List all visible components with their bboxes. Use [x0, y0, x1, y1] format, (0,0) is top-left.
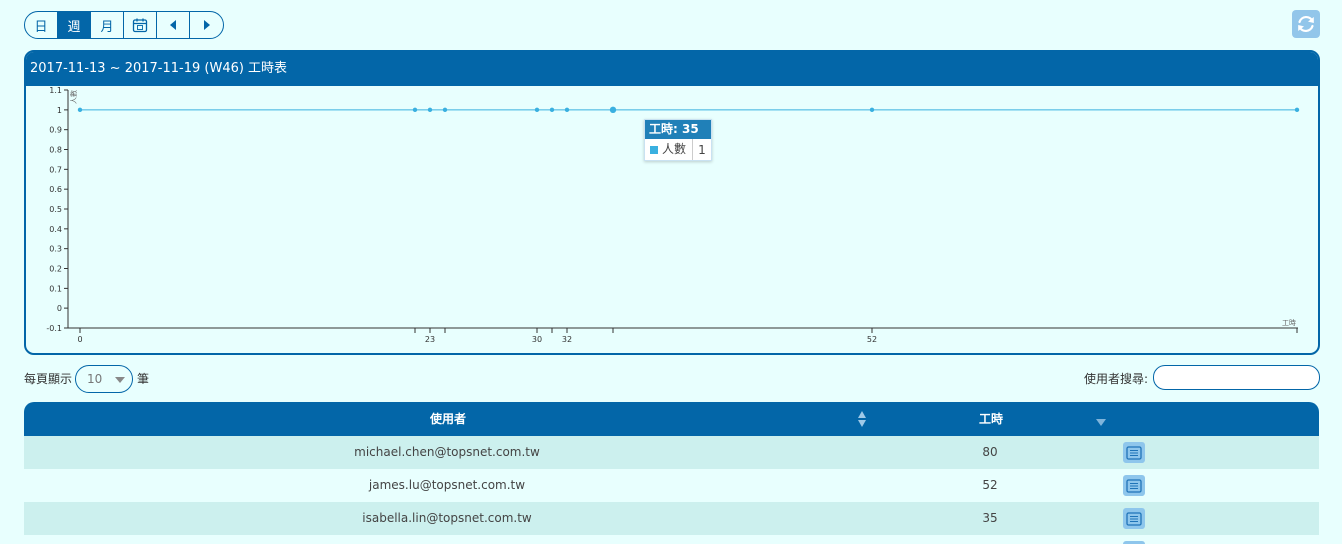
series-point — [412, 107, 418, 113]
y-tick-label: 0.5 — [49, 205, 62, 214]
cell-user: michael.chen@topsnet.com.tw — [354, 445, 540, 459]
page-length-label: 每頁顯示 — [24, 372, 73, 386]
sort-both-icon[interactable] — [857, 410, 867, 428]
y-tick-label: 0.2 — [49, 265, 62, 274]
page-length-value: 10 — [87, 372, 103, 386]
x-tick-label: 23 — [425, 335, 435, 344]
tooltip-title: 工時: 35 — [645, 120, 711, 139]
y-tick-label: 0.6 — [49, 185, 62, 194]
table-row: michael.chen@topsnet.com.tw 80 — [24, 436, 1319, 469]
month-view-button[interactable]: 月 — [91, 12, 124, 38]
list-detail-icon — [1126, 445, 1142, 460]
page-length-suffix: 筆 — [137, 372, 150, 386]
table-row: james.lu@topsnet.com.tw 52 — [24, 469, 1319, 502]
cell-user: isabella.lin@topsnet.com.tw — [362, 511, 532, 525]
series-point — [442, 107, 448, 113]
caret-right-icon — [203, 20, 210, 30]
caret-left-icon — [170, 20, 176, 30]
x-tick-label: 0 — [77, 335, 82, 344]
view-button-group: 日 週 月 — [24, 11, 224, 39]
user-search-input[interactable] — [1153, 365, 1320, 390]
y-tick-label: 0.7 — [49, 165, 62, 174]
y-tick-label: -0.1 — [46, 324, 62, 333]
work-hours-table: 使用者 工時 michael.chen@topsnet.com.tw 80 ja… — [24, 402, 1319, 544]
cell-hours: 80 — [982, 445, 998, 459]
y-tick-label: 0.1 — [49, 284, 62, 293]
y-tick-label: 0.3 — [49, 245, 62, 254]
tooltip-series-swatch — [650, 145, 658, 154]
tooltip-row: 人數 1 — [645, 139, 711, 160]
series-point — [549, 107, 555, 113]
prev-week-button[interactable] — [157, 12, 190, 38]
page: 日 週 月 2017-11-13 ~ 2017-11-19 (W46) 工時表 … — [0, 0, 1342, 544]
calendar-button[interactable] — [124, 12, 157, 38]
y-axis-title: 人數 — [69, 90, 78, 104]
series-point — [869, 107, 875, 113]
list-detail-icon — [1126, 478, 1142, 493]
row-detail-button[interactable] — [1123, 442, 1145, 463]
table-row: isabella.lin@topsnet.com.tw 35 — [24, 502, 1319, 535]
list-detail-icon — [1126, 511, 1142, 526]
user-search-label: 使用者搜尋: — [1084, 372, 1149, 386]
chart-panel-title: 2017-11-13 ~ 2017-11-19 (W46) 工時表 — [26, 52, 1318, 86]
cell-user: james.lu@topsnet.com.tw — [368, 478, 526, 492]
row-detail-button[interactable] — [1123, 508, 1145, 529]
day-view-button[interactable]: 日 — [25, 12, 58, 38]
cell-hours: 52 — [982, 478, 998, 492]
column-header-user[interactable]: 使用者 — [430, 402, 466, 436]
work-hours-chart-panel: 2017-11-13 ~ 2017-11-19 (W46) 工時表 -0.1 0 0… — [24, 50, 1320, 355]
sort-desc-icon[interactable] — [1096, 419, 1106, 426]
column-header-hours[interactable]: 工時 — [979, 402, 1003, 436]
y-tick-label: 0.8 — [49, 146, 62, 155]
chart-tooltip: 工時: 35 人數 1 — [644, 119, 712, 161]
x-tick-label: 52 — [867, 335, 877, 344]
y-tick-label: 0 — [57, 304, 62, 313]
series-point — [77, 107, 83, 113]
y-tick-label: 0.4 — [49, 225, 62, 234]
refresh-icon — [1298, 15, 1314, 33]
cell-hours: 35 — [982, 511, 998, 525]
series-point — [534, 107, 540, 113]
table-row — [24, 535, 1319, 544]
series-point — [1294, 107, 1300, 113]
x-tick-label: 32 — [562, 335, 572, 344]
tooltip-value: 1 — [698, 142, 706, 157]
chevron-down-icon — [115, 377, 125, 383]
week-view-button[interactable]: 週 — [58, 12, 91, 38]
refresh-button[interactable] — [1292, 10, 1320, 38]
tooltip-series-name: 人數 — [662, 139, 693, 160]
series-point-highlighted — [609, 106, 617, 114]
calendar-icon — [132, 18, 148, 33]
table-header: 使用者 工時 — [24, 402, 1319, 436]
series-point — [427, 107, 433, 113]
page-length-select[interactable]: 10 — [75, 365, 133, 393]
series-point — [564, 107, 570, 113]
y-tick-label: 1 — [57, 106, 62, 115]
y-tick-label: 1.1 — [49, 86, 62, 95]
y-tick-label: 0.9 — [49, 126, 62, 135]
row-detail-button[interactable] — [1123, 475, 1145, 496]
next-week-button[interactable] — [190, 12, 223, 38]
x-tick-label: 30 — [532, 335, 542, 344]
x-axis-title: 工時 — [1282, 319, 1296, 327]
